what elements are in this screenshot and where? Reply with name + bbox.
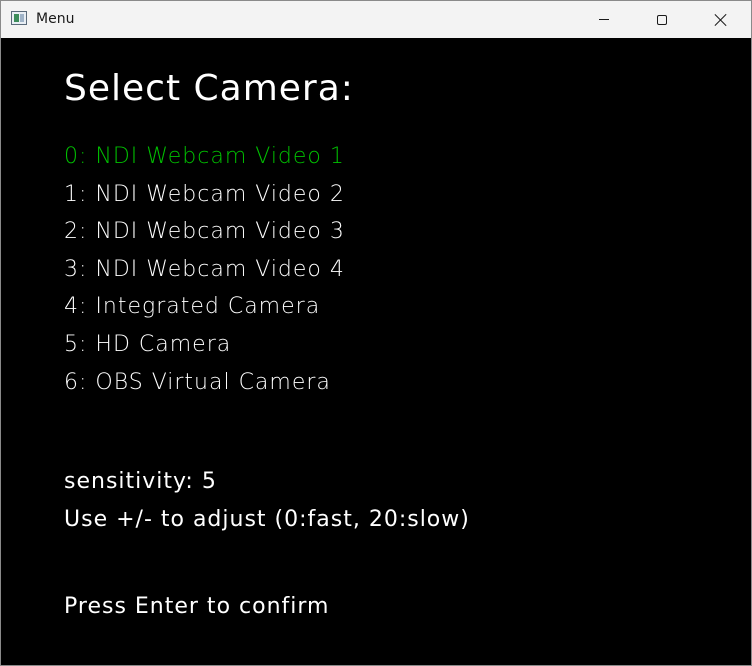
title-bar[interactable]: Menu (1, 1, 751, 38)
maximize-button[interactable] (639, 1, 685, 38)
adjust-hint: Use +/- to adjust (0:fast, 20:slow) (64, 507, 470, 532)
minimize-button[interactable] (581, 1, 627, 38)
sensitivity-value: sensitivity: 5 (64, 469, 217, 494)
close-icon (715, 14, 727, 26)
menu-heading: Select Camera: (64, 68, 354, 109)
app-window-icon (11, 11, 27, 25)
camera-list: 0: NDI Webcam Video 1 1: NDI Webcam Vide… (64, 142, 345, 405)
minimize-icon (599, 19, 609, 20)
maximize-icon (657, 14, 667, 25)
camera-option-4[interactable]: 4: Integrated Camera (64, 292, 345, 330)
close-button[interactable] (698, 1, 744, 38)
window-title: Menu (36, 11, 75, 27)
camera-option-5[interactable]: 5: HD Camera (64, 330, 345, 368)
confirm-instruction: Press Enter to confirm (64, 594, 330, 619)
camera-option-1[interactable]: 1: NDI Webcam Video 2 (64, 180, 345, 218)
camera-option-2[interactable]: 2: NDI Webcam Video 3 (64, 217, 345, 255)
camera-option-6[interactable]: 6: OBS Virtual Camera (64, 368, 345, 406)
app-window: Menu Select Camera: 0: NDI Webcam Video … (0, 0, 752, 666)
camera-option-3[interactable]: 3: NDI Webcam Video 4 (64, 255, 345, 293)
menu-canvas[interactable]: Select Camera: 0: NDI Webcam Video 1 1: … (1, 38, 751, 665)
camera-option-0[interactable]: 0: NDI Webcam Video 1 (64, 142, 345, 180)
